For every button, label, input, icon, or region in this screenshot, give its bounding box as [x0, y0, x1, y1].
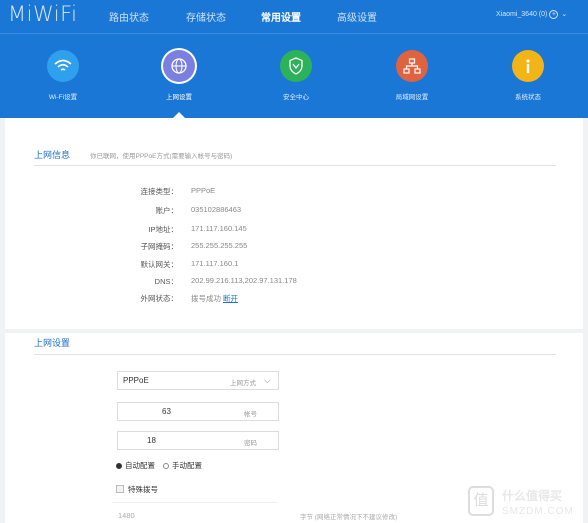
checkbox-icon [116, 485, 124, 493]
divider [34, 354, 556, 355]
watermark-logo: 值 [468, 486, 494, 516]
chevron-down-icon: ⌄ [561, 11, 568, 18]
info-value-ip: 171.117.160.145 [191, 224, 247, 233]
divider [34, 165, 556, 166]
manual-config-label: 手动配置 [172, 461, 202, 470]
info-label-gateway: 默认网关： [140, 260, 179, 269]
info-icon [512, 50, 544, 82]
watermark: 值 什么值得买 SMZDM.COM [468, 486, 588, 523]
radio-unchecked-icon [163, 463, 169, 469]
info-value-conn-type: PPPoE [191, 186, 216, 195]
password-input[interactable]: 18 密码 [117, 431, 279, 450]
device-selector[interactable]: Xiaomi_3640 (0) + ⌄ [496, 10, 567, 19]
info-value-account: 035102886463 [191, 205, 242, 214]
auto-config-radio[interactable]: 自动配置 [116, 460, 155, 471]
special-dial-label: 特殊拨号 [128, 485, 158, 494]
header-bar: MiWiFi 路由状态 存储状态 常用设置 高级设置 Xiaomi_3640 (… [0, 0, 588, 118]
password-hint: 密码 [244, 440, 257, 447]
device-name: Xiaomi_3640 (0) [496, 11, 548, 18]
watermark-domain: SMZDM.COM [502, 506, 574, 517]
info-value-subnet: 255.255.255.255 [191, 241, 248, 250]
special-dial-checkbox[interactable]: 特殊拨号 [116, 484, 158, 495]
nav-storage-status[interactable]: 存储状态 [186, 9, 226, 24]
info-label-ip: IP地址： [148, 225, 178, 234]
globe-icon [163, 50, 195, 82]
info-label-account: 账户： [155, 206, 179, 215]
account-hint: 帐号 [244, 411, 257, 418]
account-value: 63 [162, 407, 171, 416]
radio-checked-icon [116, 463, 122, 469]
info-value-dns: 202.99.216.113,202.97.131.178 [191, 276, 297, 285]
nav-advanced-settings[interactable]: 高级设置 [337, 9, 377, 24]
connection-mode-select[interactable]: PPPoE 上网方式 ⌵ [117, 371, 279, 390]
network-icon [396, 50, 428, 82]
info-label-wan-status: 外网状态： [140, 294, 179, 303]
account-input[interactable]: 63 帐号 [117, 402, 279, 421]
manual-config-radio[interactable]: 手动配置 [163, 460, 202, 471]
header-divider [0, 33, 588, 34]
shield-icon [280, 50, 312, 82]
section-separator [5, 329, 583, 333]
settings-section-title: 上网设置 [34, 338, 71, 348]
lan-settings-label: 局域网设置 [395, 94, 429, 101]
system-status-button[interactable]: 系统状态 [483, 50, 573, 101]
info-label-dns: DNS： [154, 277, 178, 286]
system-status-label: 系统状态 [515, 94, 541, 101]
lan-settings-button[interactable]: 局域网设置 [367, 50, 457, 101]
wifi-settings-button[interactable]: Wi-Fi设置 [18, 50, 108, 101]
auto-config-label: 自动配置 [125, 461, 155, 470]
nav-common-settings[interactable]: 常用设置 [261, 9, 301, 24]
info-section-title: 上网信息 [34, 150, 71, 160]
chevron-down-icon: ⌵ [264, 375, 271, 385]
info-label-subnet: 子网掩码： [140, 242, 179, 251]
info-label-conn-type: 连接类型： [140, 187, 179, 196]
wifi-settings-label: Wi-Fi设置 [48, 94, 78, 101]
connection-mode-value: PPPoE [123, 376, 149, 385]
password-value: 18 [147, 436, 156, 445]
info-wan-status: 拨号成功 断开 [191, 293, 238, 304]
mtu-input[interactable]: 1480 [112, 502, 277, 522]
security-center-label: 安全中心 [283, 94, 309, 101]
connection-mode-hint: 上网方式 [230, 380, 256, 387]
mtu-hint: 字节 (网络正常情况下不建议修改) [300, 514, 398, 521]
logo: MiWiFi [8, 2, 78, 26]
content-panel: 上网信息 你已联网，使用PPPoE方式(需要输入帐号与密码) 连接类型： PPP… [5, 118, 583, 523]
info-value-gateway: 171.117.160.1 [191, 259, 239, 268]
wifi-icon [47, 50, 79, 82]
internet-settings-label: 上网设置 [166, 94, 192, 101]
nav-router-status[interactable]: 路由状态 [109, 9, 149, 24]
internet-settings-button[interactable]: 上网设置 [134, 50, 224, 101]
info-section-note: 你已联网，使用PPPoE方式(需要输入帐号与密码) [90, 153, 233, 160]
add-icon[interactable]: + [549, 10, 559, 19]
security-center-button[interactable]: 安全中心 [251, 50, 341, 101]
info-value-wan-status: 拨号成功 [191, 294, 221, 303]
watermark-text: 什么值得买 [502, 489, 563, 503]
disconnect-link[interactable]: 断开 [223, 294, 238, 303]
